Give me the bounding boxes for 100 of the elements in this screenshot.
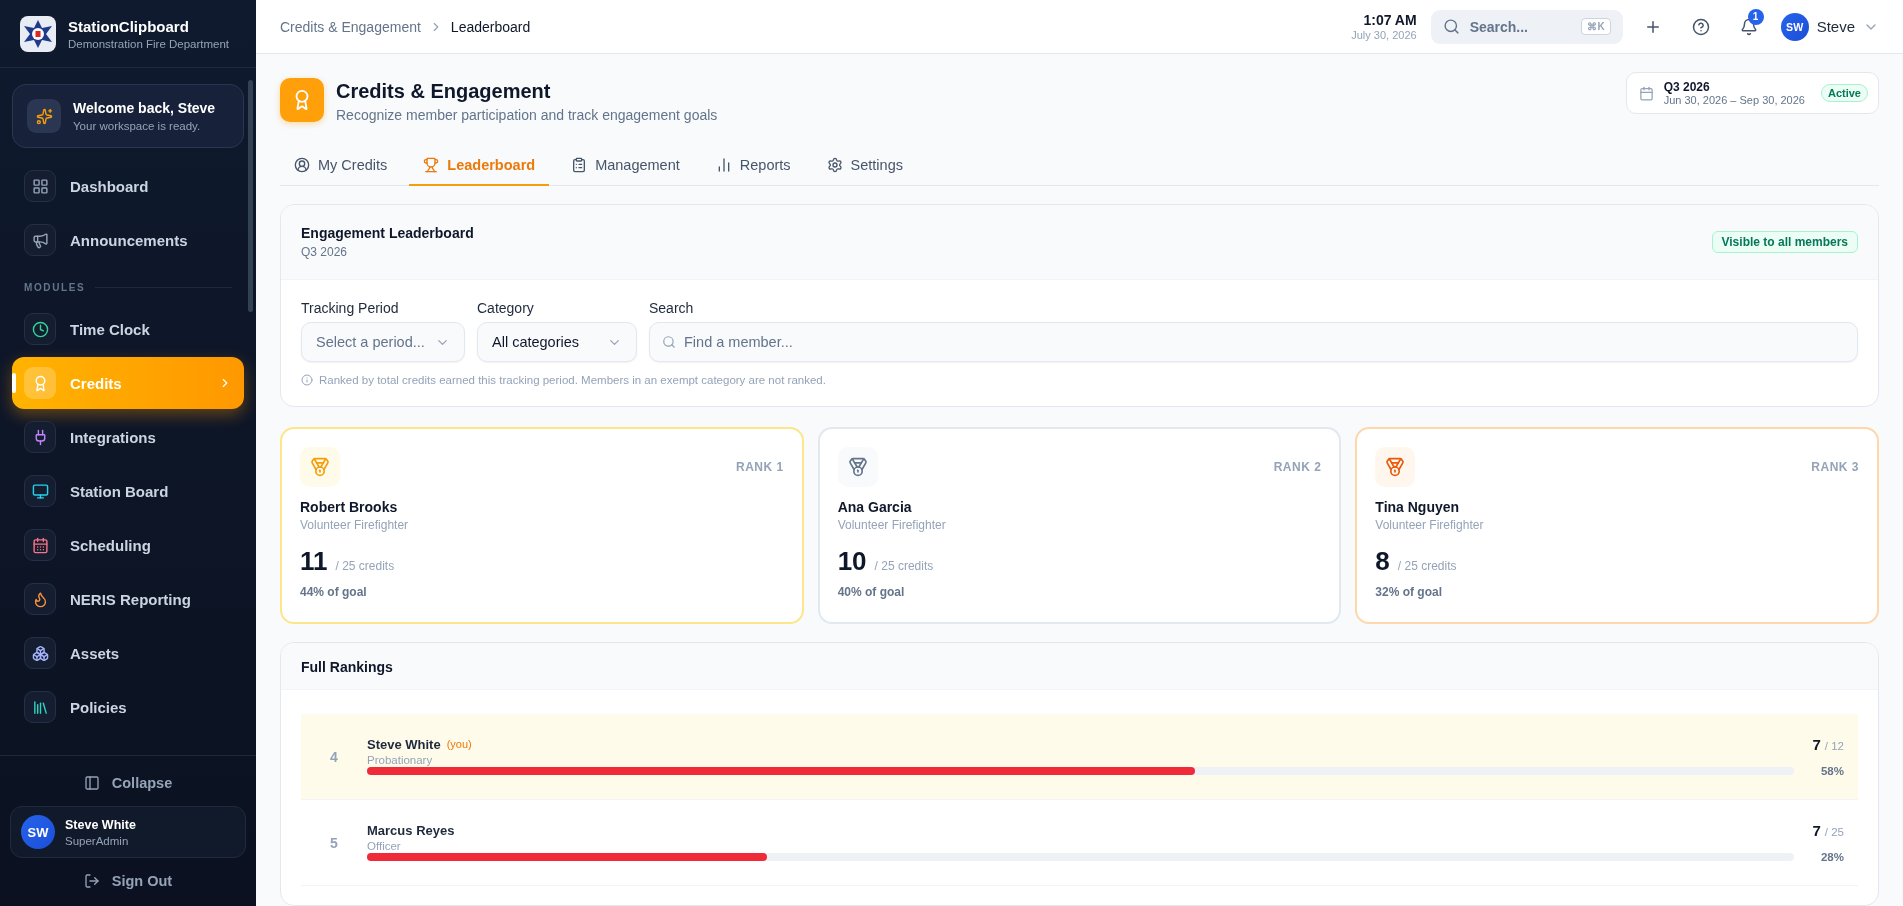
select-field[interactable]: All categories xyxy=(477,322,637,362)
credit-goal: / 25 credits xyxy=(874,559,934,573)
nav-item[interactable]: Assets xyxy=(12,627,244,679)
credit-count: 8 xyxy=(1375,546,1390,577)
rank-label: RANK 1 xyxy=(736,460,784,474)
credit-count: 11 xyxy=(300,546,328,577)
sparkles-icon xyxy=(35,107,53,125)
tab[interactable]: Management xyxy=(557,147,694,186)
credit-count: 7 xyxy=(1812,735,1821,753)
tab[interactable]: My Credits xyxy=(280,147,402,186)
goal-percent: 44% of goal xyxy=(300,585,368,599)
medal-icon xyxy=(847,457,868,477)
credit-count: 10 xyxy=(837,546,867,577)
sidebar-panel-icon xyxy=(83,775,100,791)
search-button[interactable]: Search... ⌘K xyxy=(1430,9,1623,44)
field-label: Category xyxy=(477,300,535,316)
collapse-button[interactable]: Collapse xyxy=(10,766,246,800)
calendar-icon xyxy=(1638,85,1654,101)
goal-percent: 32% of goal xyxy=(1375,585,1443,599)
select-field[interactable]: Select a period... xyxy=(301,322,465,362)
breadcrumb-current: Leaderboard xyxy=(450,18,531,35)
member-role: Volunteer Firefighter xyxy=(1375,518,1485,532)
member-role: Officer xyxy=(367,839,402,852)
calendar-icon xyxy=(31,536,49,554)
visibility-badge: Visible to all members xyxy=(1711,231,1858,253)
nav-item[interactable]: Station Board xyxy=(12,465,244,517)
card-title: Engagement Leaderboard xyxy=(301,225,474,241)
member-name: Marcus Reyes xyxy=(367,822,455,838)
cubes-icon xyxy=(31,644,49,662)
brand-name: StationClipboard xyxy=(68,17,190,35)
logo-icon xyxy=(20,15,56,52)
info-icon xyxy=(301,374,313,386)
section-label: MODULES xyxy=(24,282,86,293)
credit-goal: / 25 credits xyxy=(335,559,395,573)
logout-icon xyxy=(83,873,100,889)
credit-goal: / 25 xyxy=(1824,825,1844,838)
clock-icon xyxy=(31,320,49,338)
clock-time: 1:07 AM xyxy=(1363,12,1417,28)
tab[interactable]: Settings xyxy=(812,147,917,186)
goal-percent: 40% of goal xyxy=(837,585,906,599)
search-field[interactable]: Find a member... xyxy=(649,322,1858,362)
shortcut-hint: ⌘K xyxy=(1581,18,1611,35)
period-range: Jun 30, 2026 – Sep 30, 2026 xyxy=(1663,94,1805,106)
breadcrumb-link[interactable]: Credits & Engagement xyxy=(280,18,421,35)
card-title: Full Rankings xyxy=(301,659,393,675)
member-name: Robert Brooks xyxy=(300,499,399,515)
rank-number: 5 xyxy=(329,834,339,851)
credit-count: 7 xyxy=(1812,821,1821,839)
nav-item[interactable]: Dashboard xyxy=(12,160,244,212)
user-circle-icon xyxy=(294,157,310,173)
user-name: Steve White xyxy=(65,817,136,832)
medal-icon xyxy=(310,457,330,477)
search-icon xyxy=(1442,18,1460,35)
notification-count: 1 xyxy=(1747,8,1764,25)
progress-percent: 28% xyxy=(1819,850,1844,863)
member-role: Volunteer Firefighter xyxy=(300,518,410,532)
progress-percent: 58% xyxy=(1819,764,1844,777)
credit-goal: / 25 credits xyxy=(1397,559,1457,573)
notifications-button[interactable]: 1 xyxy=(1730,8,1767,45)
nav-item[interactable]: Scheduling xyxy=(12,519,244,571)
user-role: SuperAdmin xyxy=(65,834,130,847)
medal-icon xyxy=(1385,457,1406,477)
field-label: Tracking Period xyxy=(301,300,400,316)
help-icon xyxy=(1691,17,1710,36)
user-card[interactable]: SW Steve White SuperAdmin xyxy=(10,806,246,858)
rank-label: RANK 3 xyxy=(1811,460,1859,474)
rank-number: 4 xyxy=(329,748,339,765)
member-role: Volunteer Firefighter xyxy=(837,518,947,532)
nav-item[interactable]: Integrations xyxy=(12,411,244,463)
settings-icon xyxy=(826,157,843,173)
nav-item[interactable]: NERIS Reporting xyxy=(12,573,244,625)
you-tag: (you) xyxy=(446,738,472,750)
member-role: Probationary xyxy=(367,753,434,766)
user-avatar: SW xyxy=(21,815,55,849)
field-label: Search xyxy=(649,300,695,316)
nav-item[interactable]: Announcements xyxy=(12,214,244,266)
status-badge: Active xyxy=(1820,84,1868,102)
sign-out-button[interactable]: Sign Out xyxy=(10,864,246,898)
tab[interactable]: Reports xyxy=(701,147,805,186)
books-icon xyxy=(31,698,49,716)
member-name: Ana Garcia xyxy=(837,499,913,515)
monitor-icon xyxy=(31,482,49,500)
scrollbar-thumb[interactable] xyxy=(248,80,253,312)
nav-item[interactable]: Time Clock xyxy=(12,303,244,355)
page-title: Credits & Engagement xyxy=(336,80,552,103)
user-menu[interactable]: SW Steve xyxy=(1780,12,1879,41)
welcome-title: Welcome back, Steve xyxy=(73,100,216,116)
nav-item[interactable]: Policies xyxy=(12,681,244,733)
clipboard-icon xyxy=(571,157,588,173)
trophy-icon xyxy=(423,157,440,173)
ranking-row[interactable]: 4 Steve White (you) Probationary 7 / 12 58% xyxy=(301,714,1858,800)
period-name: Q3 2026 xyxy=(1663,80,1711,94)
member-name: Steve White xyxy=(367,736,441,752)
megaphone-icon xyxy=(31,231,49,249)
rank-label: RANK 2 xyxy=(1273,460,1322,474)
brand-subtitle: Demonstration Fire Department xyxy=(68,37,230,50)
search-icon xyxy=(662,335,676,349)
dashboard-icon xyxy=(31,177,49,195)
welcome-subtitle: Your workspace is ready. xyxy=(73,120,202,132)
award-icon xyxy=(280,78,324,122)
